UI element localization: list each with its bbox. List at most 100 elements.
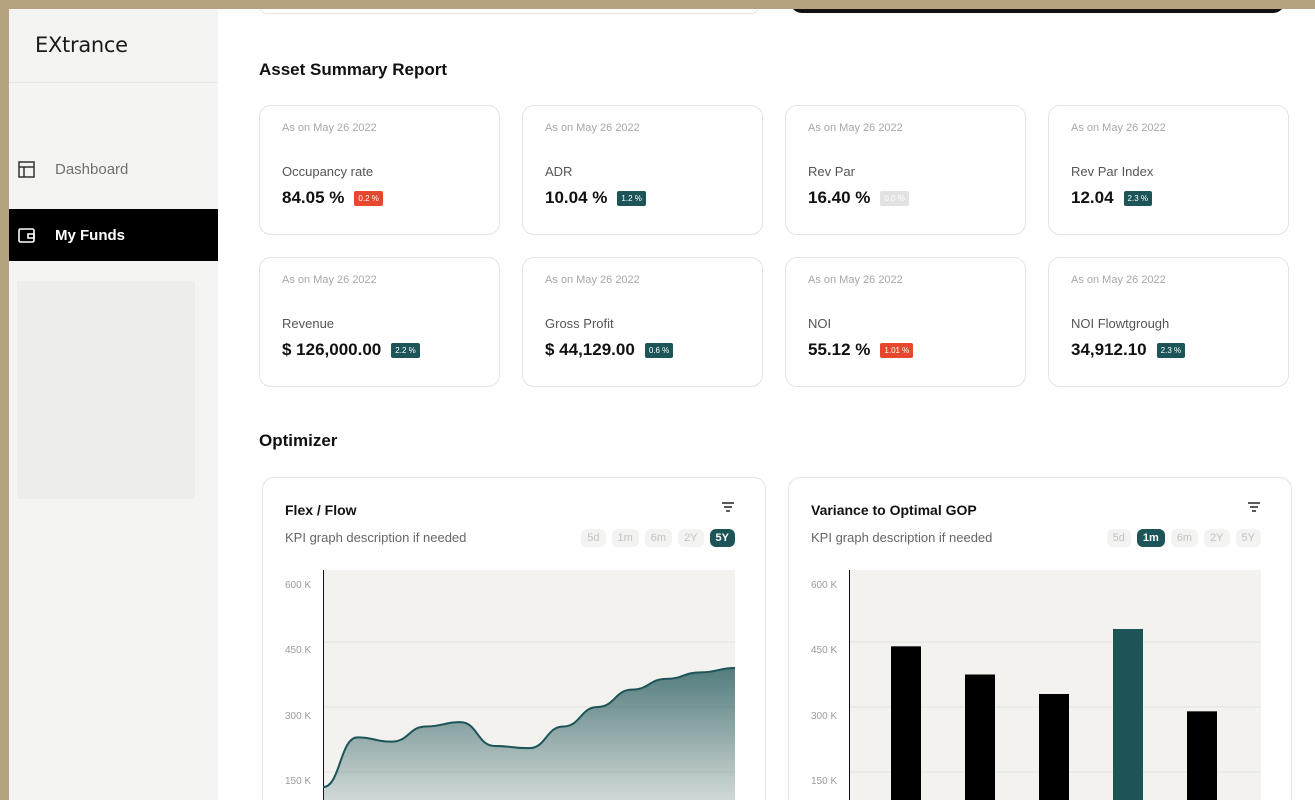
range-option-2y[interactable]: 2Y (678, 529, 704, 547)
kpi-value-row: $ 44,129.00 0.6 % (545, 340, 674, 360)
chart-card-flex-flow: Flex / Flow KPI graph description if nee… (262, 477, 766, 800)
kpi-card[interactable]: As on May 26 2022 Rev Par 16.40 % 0.0 % (785, 105, 1026, 235)
chart-title: Variance to Optimal GOP (811, 502, 977, 518)
kpi-name: Occupancy rate (282, 164, 374, 179)
sidebar: EXtrance Dashboard My Funds (9, 9, 218, 800)
chart-description: KPI graph description if needed (811, 530, 993, 545)
wallet-icon (17, 226, 35, 244)
kpi-value: 84.05 % (282, 188, 345, 207)
change-badge: 0.6 % (644, 342, 674, 358)
range-option-5d[interactable]: 5d (1106, 529, 1131, 547)
app-frame: EXtrance Dashboard My Funds Asset Summar… (9, 9, 1315, 800)
kpi-value-row: 84.05 % 0.2 % (282, 188, 383, 208)
change-badge: 2.2 % (391, 342, 420, 358)
area-fill (323, 668, 735, 800)
y-tick-label: 300 K (811, 711, 838, 722)
y-tick-label: 600 K (285, 580, 312, 591)
y-tick-label: 450 K (285, 645, 312, 656)
kpi-value-row: 16.40 % 0.0 % (808, 188, 909, 208)
kpi-value-row: 34,912.10 2.3 % (1071, 340, 1186, 360)
kpi-as-of: As on May 26 2022 (282, 122, 377, 134)
kpi-as-of: As on May 26 2022 (808, 122, 903, 134)
kpi-as-of: As on May 26 2022 (282, 274, 377, 286)
kpi-as-of: As on May 26 2022 (1071, 274, 1166, 286)
bar (1039, 694, 1069, 800)
kpi-card[interactable]: As on May 26 2022 Revenue $ 126,000.00 2.2 … (259, 257, 500, 387)
chart-card-variance-gop: Variance to Optimal GOP KPI graph descri… (788, 477, 1292, 800)
kpi-as-of: As on May 26 2022 (808, 274, 903, 286)
change-badge: 0.2 % (354, 190, 383, 206)
area-chart (323, 570, 735, 800)
kpi-value: $ 44,129.00 (545, 340, 635, 359)
range-option-2y[interactable]: 2Y (1204, 529, 1230, 547)
top-card-partial-dark (790, 9, 1285, 13)
chart-plot-area (323, 570, 735, 800)
kpi-name: Gross Profit (545, 316, 614, 331)
section-title-optimizer: Optimizer (259, 431, 338, 450)
kpi-card[interactable]: As on May 26 2022 Occupancy rate 84.05 % 0.… (259, 105, 500, 235)
range-selector: 5d 1m 6m 2Y 5Y (581, 529, 735, 547)
kpi-as-of: As on May 26 2022 (545, 274, 640, 286)
y-tick-label: 450 K (811, 645, 838, 656)
kpi-name: Revenue (282, 316, 335, 331)
kpi-name: Rev Par (808, 164, 855, 179)
bar (1187, 711, 1217, 800)
chart-description: KPI graph description if needed (285, 530, 467, 545)
kpi-as-of: As on May 26 2022 (1071, 122, 1166, 134)
bar-chart (849, 570, 1261, 800)
kpi-value: 34,912.10 (1071, 340, 1147, 359)
kpi-value: 12.04 (1071, 188, 1114, 207)
kpi-value: 16.40 % (808, 188, 871, 207)
range-option-6m[interactable]: 6m (644, 529, 673, 547)
top-card-partial (259, 9, 759, 14)
change-badge: 1.2 % (617, 190, 646, 206)
range-selector: 5d 1m 6m 2Y 5Y (1106, 529, 1261, 547)
range-option-1m[interactable]: 1m (611, 529, 639, 547)
bar (1113, 629, 1143, 800)
kpi-value: 55.12 % (808, 340, 871, 359)
divider (9, 82, 218, 83)
layout-icon (17, 160, 35, 178)
kpi-value-row: 10.04 % 1.2 % (545, 188, 646, 208)
change-badge: 2.3 % (1123, 190, 1153, 206)
sidebar-placeholder (17, 281, 195, 499)
kpi-value-row: 55.12 % 1.01 % (808, 340, 914, 360)
kpi-value-row: $ 126,000.00 2.2 % (282, 340, 420, 360)
kpi-name: NOI (808, 316, 832, 331)
y-tick-label: 600 K (811, 580, 838, 591)
y-tick-label: 300 K (285, 711, 312, 722)
bar (891, 646, 921, 800)
kpi-name: NOI Flowtgrough (1071, 316, 1170, 331)
y-tick-label: 150 K (811, 776, 838, 787)
y-tick-label: 150 K (285, 776, 312, 787)
change-badge: 1.01 % (880, 342, 914, 358)
chart-plot-area (849, 570, 1261, 800)
kpi-card[interactable]: As on May 26 2022 Rev Par Index 12.04 2.3 % (1048, 105, 1289, 235)
kpi-name: ADR (545, 164, 573, 179)
app-logo[interactable]: EXtrance (35, 33, 128, 57)
kpi-value: 10.04 % (545, 188, 608, 207)
kpi-value: $ 126,000.00 (282, 340, 382, 359)
sidebar-item-label: Dashboard (55, 160, 129, 178)
filter-icon[interactable] (1247, 500, 1261, 514)
range-option-5y[interactable]: 5Y (1235, 529, 1261, 547)
range-option-5y[interactable]: 5Y (709, 529, 735, 547)
bar (965, 674, 995, 800)
sidebar-item-dashboard[interactable]: Dashboard (9, 143, 218, 195)
chart-title: Flex / Flow (285, 502, 357, 518)
section-title-asset-summary: Asset Summary Report (259, 60, 448, 79)
range-option-5d[interactable]: 5d (581, 529, 606, 547)
range-option-1m[interactable]: 1m (1136, 529, 1165, 547)
kpi-as-of: As on May 26 2022 (545, 122, 640, 134)
change-badge: 0.0 % (880, 190, 909, 206)
kpi-card[interactable]: As on May 26 2022 Gross Profit $ 44,129.00… (522, 257, 763, 387)
sidebar-item-label: My Funds (55, 226, 125, 244)
filter-icon[interactable] (721, 500, 735, 514)
change-badge: 2.3 % (1156, 342, 1186, 358)
kpi-value-row: 12.04 2.3 % (1071, 188, 1153, 208)
sidebar-item-my-funds[interactable]: My Funds (9, 209, 218, 261)
kpi-card[interactable]: As on May 26 2022 NOI Flowtgrough 34,912.1… (1048, 257, 1289, 387)
kpi-card[interactable]: As on May 26 2022 NOI 55.12 % 1.01 % (785, 257, 1026, 387)
range-option-6m[interactable]: 6m (1170, 529, 1199, 547)
kpi-card[interactable]: As on May 26 2022 ADR 10.04 % 1.2 % (522, 105, 763, 235)
